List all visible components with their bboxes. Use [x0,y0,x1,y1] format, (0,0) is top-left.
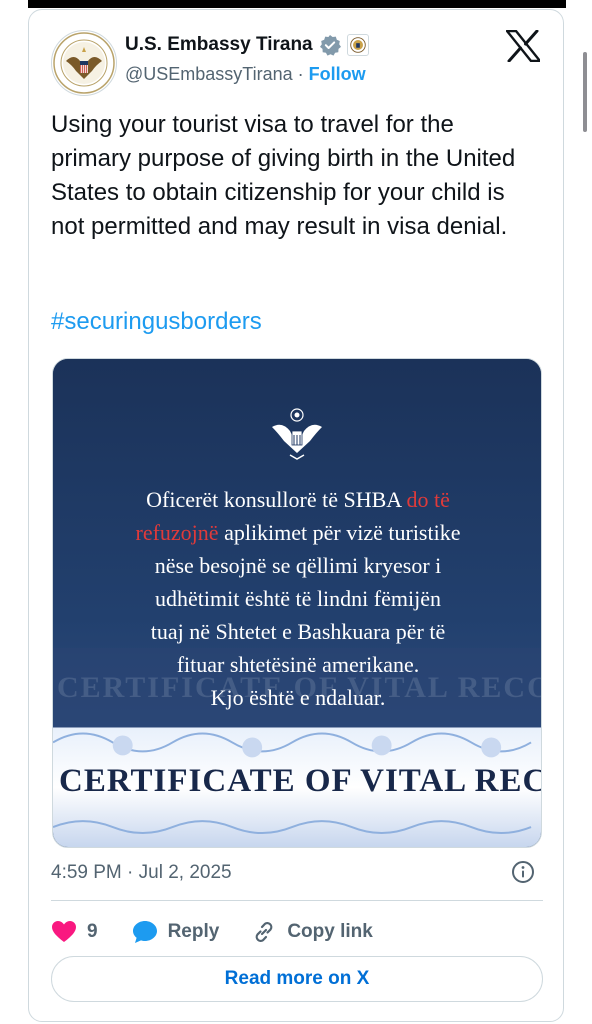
x-logo-icon[interactable] [506,30,540,62]
read-more-button[interactable]: Read more on X [51,956,543,1002]
image-caption-text: Oficerët konsullorë të SHBA do të refuzo… [73,483,523,714]
caption-line-7: Kjo është e ndaluar. [210,685,386,710]
caption-line-5: tuaj në Shtetet e Bashkuara për të [150,619,446,644]
avatar[interactable] [51,30,117,96]
link-icon [255,922,273,942]
tweet-media-image[interactable]: CERTIFICATE OF VITAL RECO Oficerët konsu… [52,358,542,848]
scrollbar[interactable] [583,52,587,132]
tweet-timestamp[interactable]: 4:59 PM · Jul 2, 2025 [51,862,232,884]
tweet-embed-card: U.S. Embassy Tirana @USEmbassyTirana · F… [28,9,564,1022]
copy-link-button[interactable]: Copy link [251,919,373,945]
info-icon[interactable] [511,860,535,884]
caption-line-1-red: do të [406,487,450,512]
eagle-seal-icon [272,408,322,460]
like-button[interactable]: 9 [51,920,98,944]
verified-badge-icon [319,35,341,56]
embassy-seal-icon [53,32,115,94]
separator-dot: · [297,64,304,84]
copy-link-label: Copy link [287,921,373,942]
caption-line-2b: aplikimet për vizë turistike [218,520,461,545]
reply-bubble-icon [132,921,157,943]
hashtag-link[interactable]: #securingusborders [51,308,262,336]
follow-button[interactable]: Follow [309,64,366,85]
caption-line-3: nëse besojnë se qëllimi kryesor i [154,553,442,578]
reply-button[interactable]: Reply [132,920,220,944]
page-background-left [0,0,28,1024]
reply-label: Reply [167,921,220,942]
handle-row: @USEmbassyTirana · Follow [125,64,366,85]
certificate-title-text: CERTIFICATE OF VITAL REC [59,763,542,799]
top-edge-bar [28,0,566,8]
caption-line-4: udhëtimit është të lindni fëmijën [155,586,441,611]
account-name-row: U.S. Embassy Tirana [125,34,369,56]
caption-line-2-red: refuzojnë [135,520,219,545]
like-count: 9 [87,921,98,942]
heart-icon [52,921,76,942]
action-bar: 9 Reply Copy link [51,914,373,950]
account-name[interactable]: U.S. Embassy Tirana [125,34,313,56]
account-handle[interactable]: @USEmbassyTirana [125,64,293,85]
government-affiliation-icon[interactable] [346,34,369,56]
caption-line-6: fituar shtetësinë amerikane. [176,652,420,677]
divider [51,900,543,901]
page-background-right [566,0,592,1024]
tweet-text: Using your tourist visa to travel for th… [51,111,516,240]
caption-line-1a: Oficerët konsullorë të SHBA [146,487,407,512]
